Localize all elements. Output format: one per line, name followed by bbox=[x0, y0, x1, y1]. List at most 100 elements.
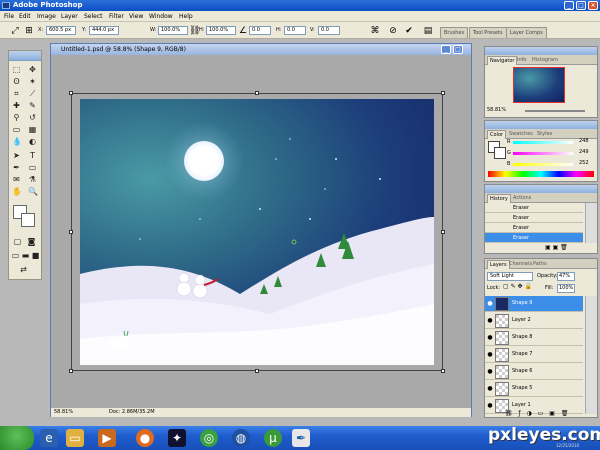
lasso-tool-icon[interactable]: ʘ bbox=[12, 77, 21, 86]
history-scrollbar[interactable] bbox=[585, 203, 597, 243]
tab-info[interactable]: Info bbox=[515, 56, 528, 65]
visibility-eye-icon[interactable]: ● bbox=[486, 317, 494, 325]
crop-tool-icon[interactable]: ⌗ bbox=[12, 89, 21, 98]
transform-handle[interactable] bbox=[69, 91, 73, 95]
g-slider[interactable] bbox=[513, 152, 573, 155]
pen-tool-icon[interactable]: ✒ bbox=[12, 163, 21, 172]
screen-mode-full-icon[interactable]: ■ bbox=[31, 251, 40, 260]
link-icon[interactable]: ⛓ bbox=[189, 26, 200, 36]
menu-layer[interactable]: Layer bbox=[61, 13, 78, 20]
transform-handle[interactable] bbox=[441, 230, 445, 234]
tab-history[interactable]: History bbox=[487, 194, 511, 203]
visibility-eye-icon[interactable]: ● bbox=[486, 385, 494, 393]
screen-mode-standard-icon[interactable]: ▭ bbox=[11, 251, 20, 260]
layer-row[interactable]: ● Shape 8 bbox=[485, 330, 583, 346]
close-button[interactable]: × bbox=[588, 1, 598, 10]
feather-icon[interactable]: ✒ bbox=[292, 429, 310, 447]
minimize-button[interactable]: _ bbox=[564, 1, 574, 10]
b-slider[interactable] bbox=[513, 163, 573, 166]
star-app-icon[interactable]: ✦ bbox=[168, 429, 186, 447]
transform-handle[interactable] bbox=[69, 369, 73, 373]
transform-handle[interactable] bbox=[255, 91, 259, 95]
menu-filter[interactable]: Filter bbox=[109, 13, 124, 20]
transform-handle[interactable] bbox=[441, 369, 445, 373]
fill-input[interactable]: 100% bbox=[557, 284, 575, 293]
angle-input[interactable]: 0.0 bbox=[249, 26, 271, 35]
screen-mode-full-menu-icon[interactable]: ▬ bbox=[21, 251, 30, 260]
move-tool-icon[interactable]: ✥ bbox=[28, 65, 37, 74]
commit-transform-icon[interactable]: ✔ bbox=[404, 26, 414, 36]
tab-navigator[interactable]: Navigator bbox=[487, 56, 518, 65]
transform-tool-icon[interactable]: ⤢ bbox=[10, 26, 20, 36]
lock-options-icon[interactable]: ▢ ✎ ✥ 🔒 bbox=[503, 283, 532, 290]
tab-color[interactable]: Color bbox=[487, 130, 507, 139]
tab-histogram[interactable]: Histogram bbox=[530, 56, 560, 65]
brush-tool-icon[interactable]: ✎ bbox=[28, 101, 37, 110]
height-input[interactable]: 100.0% bbox=[206, 26, 236, 35]
layer-row[interactable]: ● Shape 5 bbox=[485, 381, 583, 397]
maximize-button[interactable]: □ bbox=[576, 1, 586, 10]
shape-tool-icon[interactable]: ▭ bbox=[28, 163, 37, 172]
b-value[interactable]: 252 bbox=[579, 160, 589, 166]
background-color-chip[interactable] bbox=[494, 147, 506, 159]
visibility-eye-icon[interactable]: ● bbox=[486, 402, 494, 410]
warp-icon[interactable]: ⌘ bbox=[370, 26, 380, 36]
tab-brushes[interactable]: Brushes bbox=[440, 27, 469, 38]
doc-maximize-button[interactable]: □ bbox=[453, 45, 463, 54]
r-value[interactable]: 248 bbox=[579, 138, 589, 144]
eyedropper-icon[interactable]: ⚗ bbox=[28, 175, 37, 184]
menu-edit[interactable]: Edit bbox=[19, 13, 31, 20]
navigator-zoom[interactable]: 58.81% bbox=[487, 107, 506, 113]
visibility-eye-icon[interactable]: ● bbox=[486, 300, 494, 308]
cancel-transform-icon[interactable]: ⊘ bbox=[388, 26, 398, 36]
g-value[interactable]: 249 bbox=[579, 149, 589, 155]
tab-swatches[interactable]: Swatches bbox=[507, 130, 535, 139]
menu-file[interactable]: File bbox=[4, 13, 14, 20]
background-color-swatch[interactable] bbox=[21, 213, 35, 227]
eraser-tool-icon[interactable]: ▭ bbox=[12, 125, 21, 134]
history-item[interactable]: Eraser bbox=[485, 203, 583, 213]
layer-row[interactable]: ● Shape 6 bbox=[485, 364, 583, 380]
opacity-input[interactable]: 47% bbox=[557, 272, 575, 281]
marquee-tool-icon[interactable]: ⬚ bbox=[12, 65, 21, 74]
imageready-icon[interactable]: ⇄ bbox=[19, 265, 28, 274]
gradient-tool-icon[interactable]: ▦ bbox=[28, 125, 37, 134]
transform-center-point[interactable] bbox=[291, 239, 297, 245]
slice-tool-icon[interactable]: ⟋ bbox=[28, 89, 37, 98]
navigator-zoom-slider[interactable] bbox=[525, 110, 585, 112]
x-input[interactable]: 600.5 px bbox=[46, 26, 76, 35]
globe-icon[interactable]: ◍ bbox=[232, 429, 250, 447]
history-item[interactable]: Eraser bbox=[485, 213, 583, 223]
transform-handle[interactable] bbox=[441, 91, 445, 95]
transform-handle[interactable] bbox=[255, 369, 259, 373]
start-button[interactable] bbox=[0, 426, 34, 450]
blur-tool-icon[interactable]: 💧 bbox=[12, 137, 22, 146]
menu-view[interactable]: View bbox=[129, 13, 143, 20]
menu-image[interactable]: Image bbox=[37, 13, 56, 20]
menu-help[interactable]: Help bbox=[179, 13, 193, 20]
tab-paths[interactable]: Paths bbox=[531, 260, 549, 269]
history-brush-icon[interactable]: ↺ bbox=[28, 113, 37, 122]
r-slider[interactable] bbox=[513, 141, 573, 144]
visibility-eye-icon[interactable]: ● bbox=[486, 351, 494, 359]
visibility-eye-icon[interactable]: ● bbox=[486, 334, 494, 342]
palette-well-icon[interactable]: ▤ bbox=[423, 26, 433, 36]
width-input[interactable]: 100.0% bbox=[158, 26, 188, 35]
menu-window[interactable]: Window bbox=[149, 13, 173, 20]
type-tool-icon[interactable]: T bbox=[28, 151, 37, 160]
transform-handle[interactable] bbox=[69, 230, 73, 234]
magic-wand-icon[interactable]: ✶ bbox=[28, 77, 37, 86]
tab-styles[interactable]: Styles bbox=[535, 130, 554, 139]
menu-select[interactable]: Select bbox=[84, 13, 103, 20]
standard-mode-icon[interactable]: ▢ bbox=[13, 237, 22, 246]
reference-point-icon[interactable]: ⊞ bbox=[24, 26, 34, 36]
v-skew-input[interactable]: 0.0 bbox=[318, 26, 340, 35]
tab-actions[interactable]: Actions bbox=[511, 194, 533, 203]
firefox-icon[interactable]: ● bbox=[136, 429, 154, 447]
color-spectrum-bar[interactable] bbox=[488, 171, 594, 177]
path-select-icon[interactable]: ➤ bbox=[12, 151, 21, 160]
visibility-eye-icon[interactable]: ● bbox=[486, 368, 494, 376]
y-input[interactable]: 444.0 px bbox=[89, 26, 119, 35]
layer-row-selected[interactable]: ● Shape 9 bbox=[485, 296, 583, 312]
chrome-icon[interactable]: ◎ bbox=[200, 429, 218, 447]
